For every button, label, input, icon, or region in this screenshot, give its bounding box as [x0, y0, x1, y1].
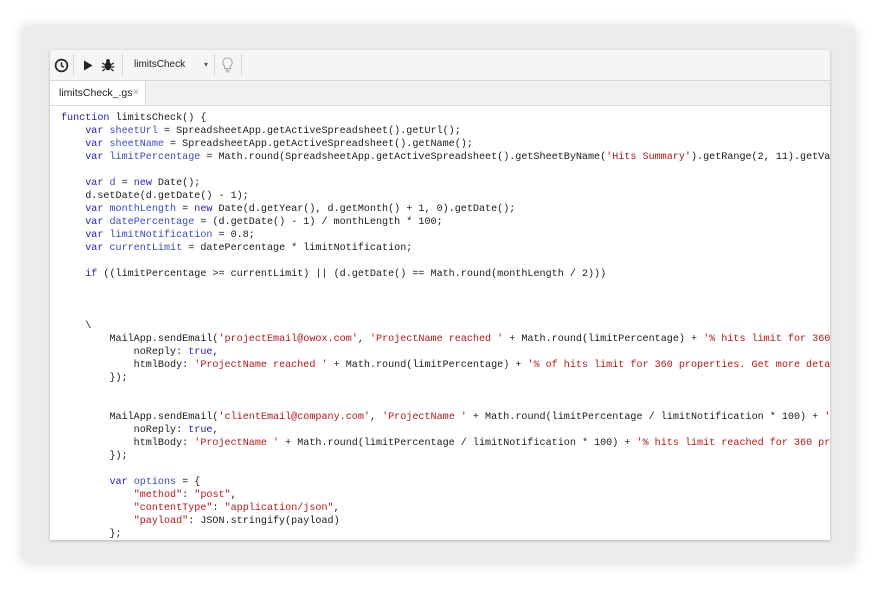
code-line: }); — [61, 373, 128, 384]
code-editor[interactable]: function limitsCheck() { var sheetUrl = … — [50, 112, 830, 540]
lightbulb-icon[interactable] — [218, 56, 236, 74]
script-editor-window: limitsCheck ▾ limitsCheck_.gs × function… — [50, 50, 830, 540]
toolbar-divider — [241, 54, 242, 76]
run-play-icon[interactable] — [79, 56, 97, 74]
code-line: d.setDate(d.getDate() - 1); — [61, 191, 249, 202]
code-line: var sheetName = SpreadsheetApp.getActive… — [85, 139, 473, 150]
toolbar: limitsCheck ▾ — [50, 50, 830, 81]
chevron-down-icon: ▾ — [203, 60, 208, 69]
code-line: var limitNotification = 0.8; — [85, 230, 255, 241]
code-line: MailApp.sendEmail('projectEmail@owox.com… — [61, 334, 830, 345]
code-line: "contentType": "application/json", — [133, 503, 340, 514]
code-line: noReply: true, — [61, 347, 219, 358]
code-line: var limitPercentage = Math.round(Spreads… — [85, 152, 830, 163]
function-select[interactable]: limitsCheck ▾ — [128, 55, 214, 75]
code-line: var sheetUrl = SpreadsheetApp.getActiveS… — [85, 126, 461, 137]
function-select-value: limitsCheck — [134, 59, 186, 70]
debug-bug-icon[interactable] — [99, 56, 117, 74]
code-line: var options = { — [109, 477, 201, 488]
code-line: noReply: true, — [61, 425, 219, 436]
close-tab-icon[interactable]: × — [133, 81, 139, 105]
toolbar-divider — [73, 54, 74, 76]
code-line: function limitsCheck() { — [61, 113, 207, 124]
code-line: var d = new Date(); — [85, 178, 201, 189]
toolbar-divider — [214, 54, 215, 76]
code-line: htmlBody: 'ProjectName reached ' + Math.… — [61, 360, 830, 371]
code-line: "method": "post", — [133, 490, 237, 501]
tab-label: limitsCheck_.gs — [59, 87, 133, 99]
code-line: "payload": JSON.stringify(payload) — [133, 516, 340, 527]
code-line: }; — [61, 529, 122, 540]
code-line: var currentLimit = datePercentage * limi… — [85, 243, 413, 254]
code-line: MailApp.sendEmail('clientEmail@company.c… — [61, 412, 830, 423]
triggers-clock-icon[interactable] — [52, 56, 70, 74]
code-line: }); — [61, 451, 128, 462]
code-line: var monthLength = new Date(d.getYear(), … — [85, 204, 516, 215]
tab-limitscheck-gs[interactable]: limitsCheck_.gs × — [50, 81, 146, 105]
code-line: if ((limitPercentage >= currentLimit) ||… — [85, 269, 607, 280]
code-line: \ — [61, 321, 92, 332]
file-tab-bar: limitsCheck_.gs × — [50, 81, 830, 106]
code-line: var datePercentage = (d.getDate() - 1) /… — [85, 217, 443, 228]
code-line: htmlBody: 'ProjectName ' + Math.round(li… — [61, 438, 830, 449]
toolbar-divider — [122, 54, 123, 76]
